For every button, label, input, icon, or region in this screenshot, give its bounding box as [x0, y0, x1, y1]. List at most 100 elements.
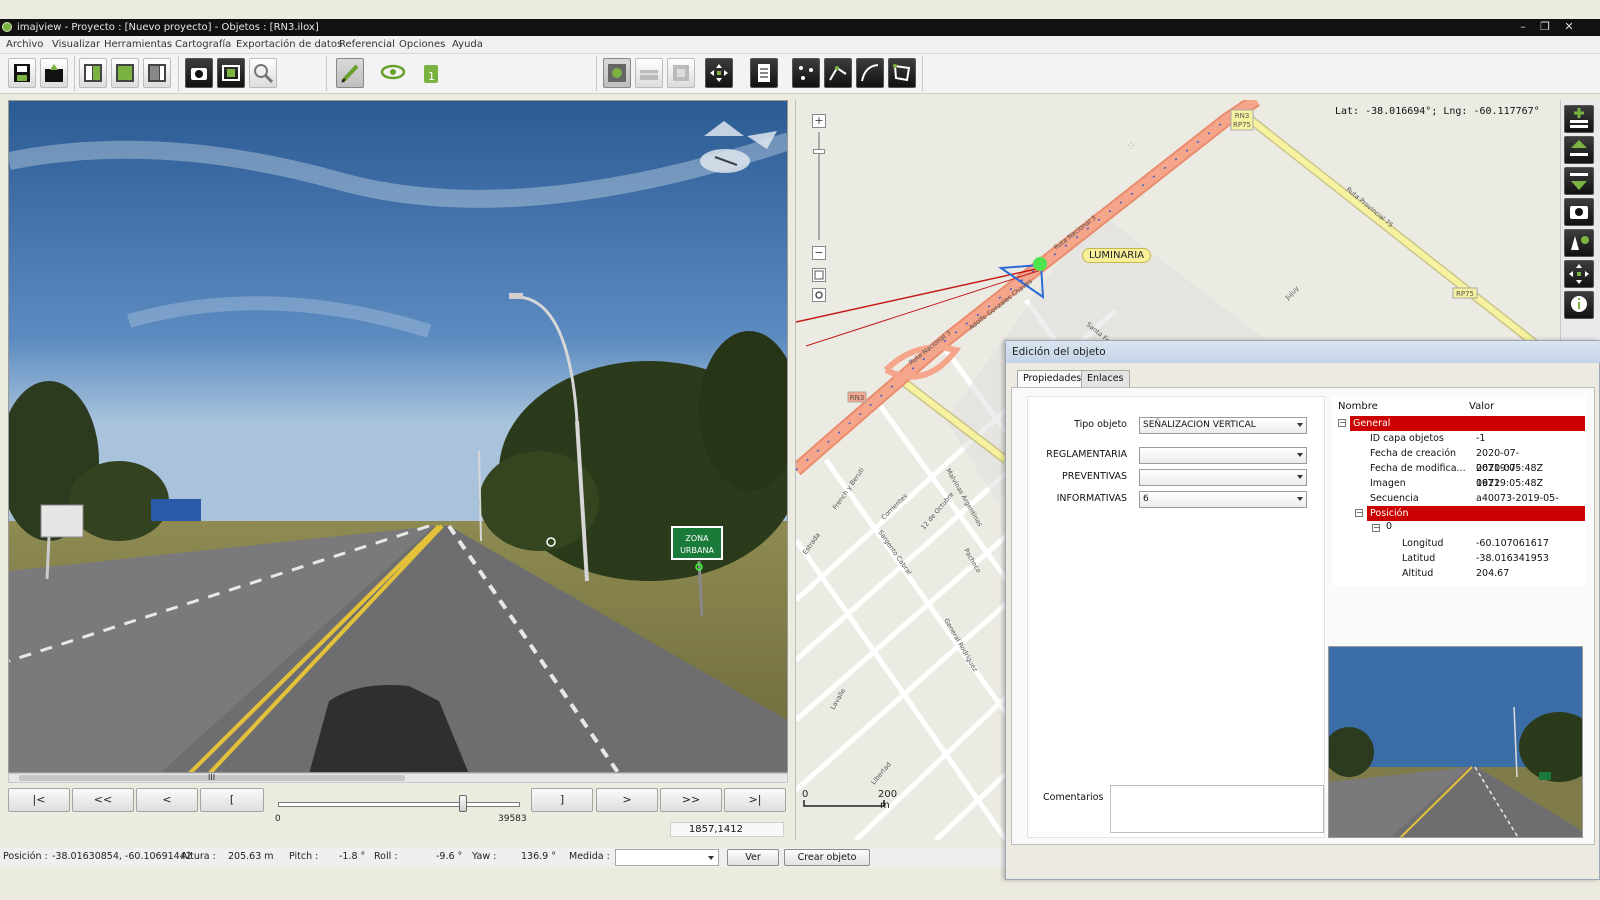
- tipo-objeto-value: SEÑALIZACION VERTICAL: [1143, 420, 1256, 430]
- zoom-in-button[interactable]: +: [812, 114, 826, 128]
- layout-center-icon[interactable]: [111, 58, 139, 88]
- close-button[interactable]: ✕: [1560, 20, 1578, 34]
- zoom-slider-knob[interactable]: [813, 149, 825, 154]
- preventivas-select[interactable]: [1139, 469, 1307, 486]
- frame-slider[interactable]: [278, 802, 520, 807]
- map-camera-icon[interactable]: [1564, 198, 1594, 226]
- map-side-toolbar: [1560, 100, 1600, 350]
- frame-slider-knob[interactable]: [459, 795, 468, 812]
- grid-row[interactable]: Imagen 1922: [1333, 476, 1585, 491]
- map-coordinates: Lat: -38.016694°; Lng: -60.117767°: [1335, 106, 1540, 117]
- slider-max-label: 39583: [498, 814, 527, 824]
- info-icon[interactable]: [1564, 291, 1594, 319]
- maximize-button[interactable]: ❐: [1536, 20, 1554, 34]
- prev-frame-button[interactable]: <: [136, 788, 198, 812]
- eye-icon[interactable]: [378, 58, 406, 88]
- altura-label: Altura :: [181, 851, 216, 862]
- menu-ayuda[interactable]: Ayuda: [452, 39, 483, 50]
- grid-section-general[interactable]: General: [1350, 416, 1585, 431]
- menu-visualizar[interactable]: Visualizar: [52, 39, 100, 50]
- tab-propiedades[interactable]: Propiedades: [1017, 370, 1088, 388]
- points-icon[interactable]: [792, 58, 820, 88]
- layer-one-icon[interactable]: 1: [418, 58, 446, 88]
- grid-row[interactable]: Latitud -38.016341953: [1333, 551, 1585, 566]
- minimize-button[interactable]: –: [1514, 20, 1532, 34]
- medida-select[interactable]: [615, 849, 719, 866]
- polyline-icon[interactable]: [824, 58, 852, 88]
- grid-row[interactable]: Fecha de modifica... 2020-07-06T19:05:48Z: [1333, 461, 1585, 489]
- lamp-icon[interactable]: [1564, 229, 1594, 257]
- grid-row[interactable]: ID capa objetos -1: [1333, 431, 1585, 446]
- fullscreen-icon[interactable]: [812, 268, 826, 282]
- menu-archivo[interactable]: Archivo: [6, 39, 43, 50]
- save-icon[interactable]: [8, 58, 36, 88]
- layer-down-icon[interactable]: [1564, 167, 1594, 195]
- street-ruta-provincial-75: Ruta Provincial 75: [1345, 185, 1395, 229]
- informativas-select[interactable]: 6: [1139, 491, 1307, 508]
- ver-button[interactable]: Ver: [727, 849, 779, 866]
- chevron-down-icon: [1297, 423, 1303, 427]
- grid-row[interactable]: Altitud 204.67: [1333, 566, 1585, 581]
- last-frame-button[interactable]: >|: [724, 788, 786, 812]
- grid-row[interactable]: Fecha de creación 2020-07-06T19:05:48Z: [1333, 446, 1585, 474]
- shield-rp75-right: RP75: [1456, 290, 1474, 298]
- street-image-viewer[interactable]: ZONA URBANA: [8, 100, 788, 773]
- viewer-horizontal-scrollbar[interactable]: III: [8, 773, 788, 783]
- fast-back-button[interactable]: <<: [72, 788, 134, 812]
- notes-icon[interactable]: [750, 58, 778, 88]
- open-icon[interactable]: [40, 58, 68, 88]
- tab-enlaces[interactable]: Enlaces: [1081, 370, 1130, 387]
- fast-forward-button[interactable]: >>: [660, 788, 722, 812]
- collapse-icon[interactable]: −: [1372, 524, 1380, 532]
- map-move-icon[interactable]: [1564, 260, 1594, 288]
- next-frame-button[interactable]: >: [596, 788, 658, 812]
- zoom-icon[interactable]: [249, 58, 277, 88]
- mark-in-button[interactable]: [: [200, 788, 264, 812]
- layout-right-icon[interactable]: [143, 58, 171, 88]
- menu-opciones[interactable]: Opciones: [399, 39, 445, 50]
- collapse-icon[interactable]: −: [1355, 509, 1363, 517]
- camera-icon[interactable]: [185, 58, 213, 88]
- menu-herramientas[interactable]: Herramientas: [104, 39, 172, 50]
- collapse-icon[interactable]: −: [1338, 419, 1346, 427]
- main-toolbar: 1: [0, 54, 1600, 94]
- posicion-label: Posición :: [3, 851, 48, 862]
- pan-map-icon[interactable]: [603, 58, 631, 88]
- layout-left-icon[interactable]: [79, 58, 107, 88]
- grid-section-posicion[interactable]: Posición: [1367, 506, 1585, 521]
- first-frame-button[interactable]: |<: [8, 788, 70, 812]
- comentarios-textarea[interactable]: [1110, 785, 1324, 833]
- reglamentaria-select[interactable]: [1139, 447, 1307, 464]
- chevron-down-icon: [1297, 475, 1303, 479]
- medida-label: Medida :: [569, 851, 610, 862]
- mark-out-button[interactable]: ]: [531, 788, 593, 812]
- grid-1-icon[interactable]: [635, 58, 663, 88]
- add-layer-icon[interactable]: [1564, 105, 1594, 133]
- layer-up-icon[interactable]: [1564, 136, 1594, 164]
- curve-icon[interactable]: [856, 58, 884, 88]
- scroll-grip: III: [208, 773, 216, 782]
- menu-cartografia[interactable]: Cartografía: [175, 39, 231, 50]
- pencil-icon[interactable]: [336, 58, 364, 88]
- crear-objeto-button[interactable]: Crear objeto: [784, 849, 870, 866]
- tipo-objeto-select[interactable]: SEÑALIZACION VERTICAL: [1139, 417, 1307, 434]
- grid-row[interactable]: Secuenciaa40073-2019-05-28006: [1333, 491, 1585, 519]
- zoom-out-button[interactable]: −: [812, 246, 826, 260]
- luminaria-marker-label[interactable]: LUMINARIA: [1082, 248, 1152, 263]
- scale-unit: m: [880, 800, 890, 811]
- polygon-icon[interactable]: [888, 58, 916, 88]
- shield-rn3-bottom: RN3: [850, 394, 865, 402]
- settings-icon[interactable]: [812, 288, 826, 302]
- svg-text:⁘: ⁘: [1126, 139, 1136, 153]
- chevron-down-icon: [1297, 453, 1303, 457]
- menu-exportacion[interactable]: Exportación de datos: [236, 39, 342, 50]
- menu-referencial[interactable]: Referencial: [339, 39, 395, 50]
- shield-rn3-top: RN3: [1235, 112, 1250, 120]
- shield-rp75-top: RP75: [1233, 121, 1251, 129]
- grid-2-icon[interactable]: [667, 58, 695, 88]
- frame-icon[interactable]: [217, 58, 245, 88]
- grid-row[interactable]: Longitud -60.107061617: [1333, 536, 1585, 551]
- move-icon[interactable]: [705, 58, 733, 88]
- slider-min-label: 0: [275, 814, 281, 824]
- reglamentaria-label: REGLAMENTARIA: [1046, 449, 1127, 460]
